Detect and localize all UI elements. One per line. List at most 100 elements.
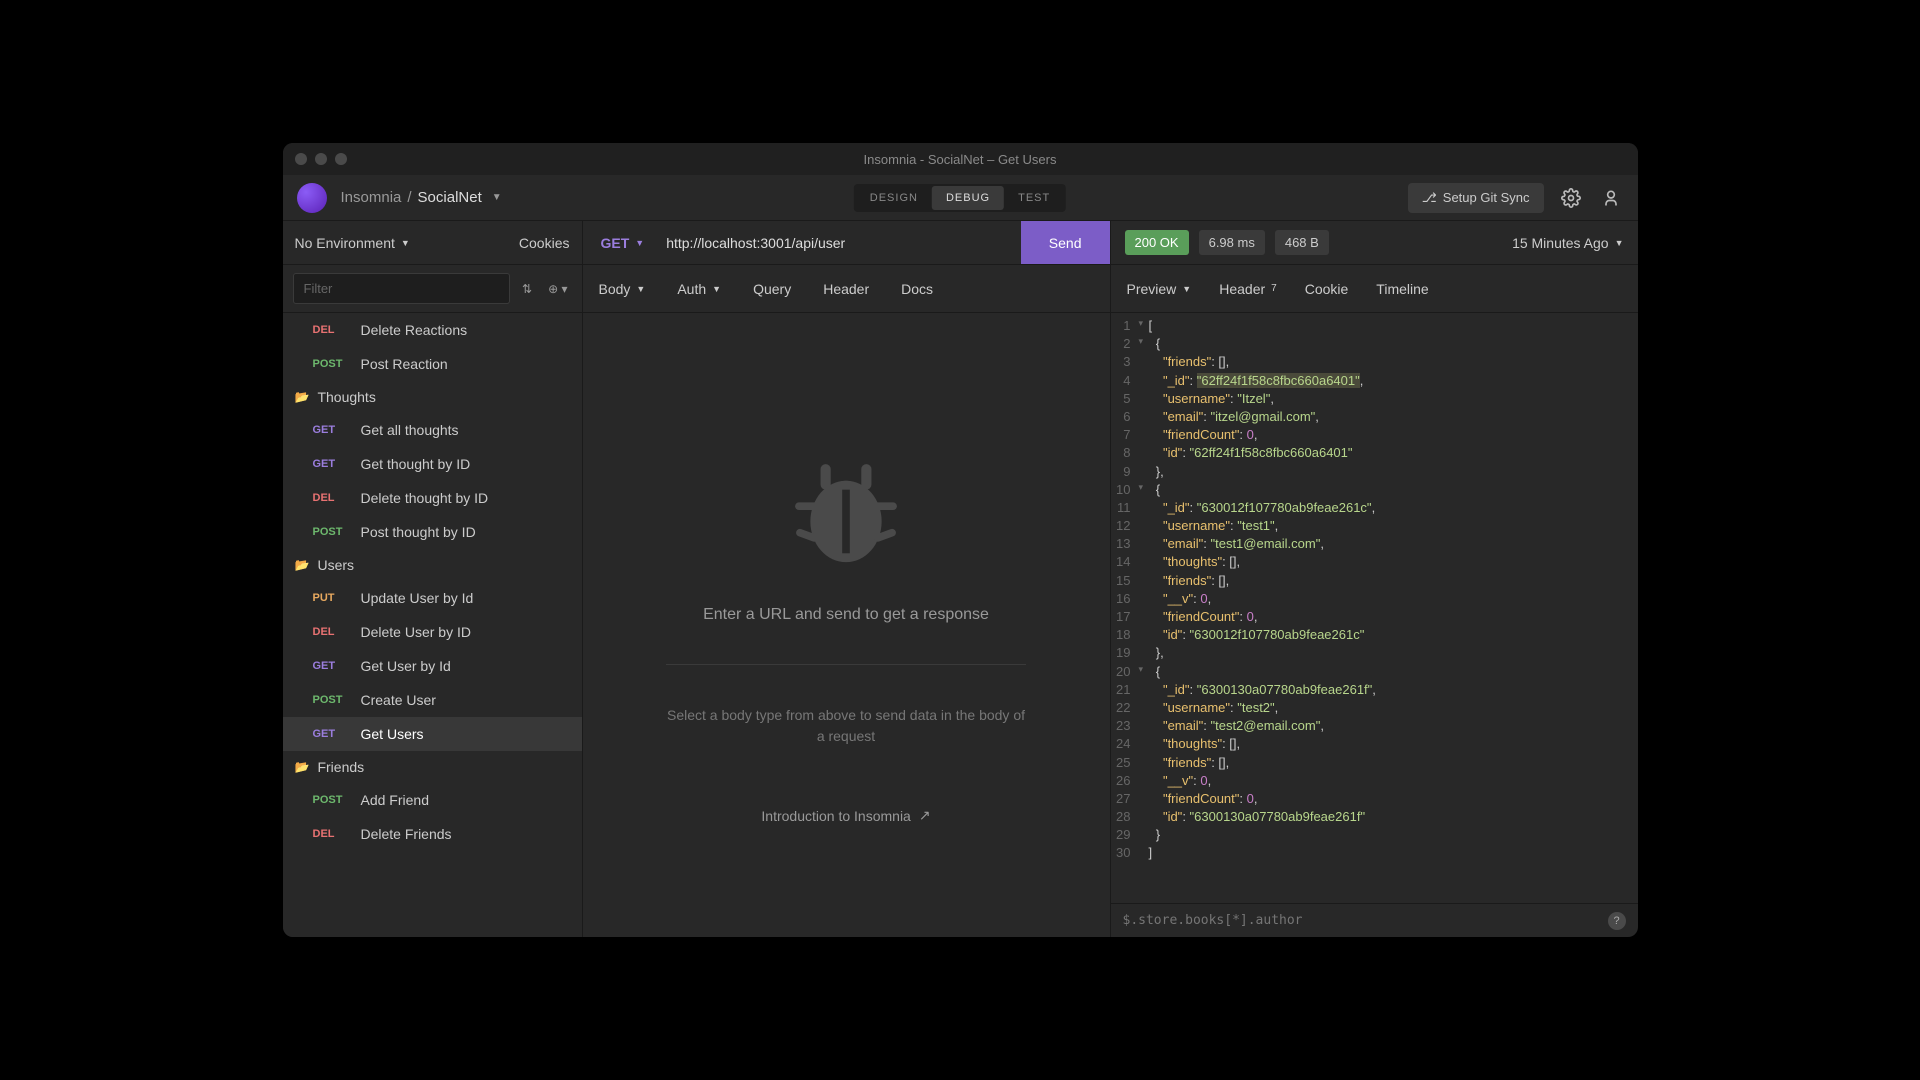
request-body-area: Enter a URL and send to get a response S… (583, 313, 1110, 937)
request-item[interactable]: DELDelete Friends (283, 817, 582, 851)
response-size: 468 B (1275, 230, 1329, 255)
request-item[interactable]: POSTAdd Friend (283, 783, 582, 817)
response-age-select[interactable]: 15 Minutes Ago ▼ (1512, 235, 1623, 251)
cookies-button[interactable]: Cookies (519, 235, 570, 251)
sort-button[interactable]: ⇅ (518, 278, 536, 300)
jsonpath-input[interactable] (1123, 913, 1608, 928)
tab-query[interactable]: Query (753, 281, 791, 297)
request-item[interactable]: POSTPost Reaction (283, 347, 582, 381)
request-item[interactable]: PUTUpdate User by Id (283, 581, 582, 615)
maximize-window-button[interactable] (335, 153, 347, 165)
json-line: 18 "id": "630012f107780ab9feae261c" (1111, 626, 1638, 644)
method-badge: GET (313, 728, 347, 740)
tab-debug[interactable]: DEBUG (932, 186, 1004, 210)
folder-thoughts[interactable]: 📂Thoughts (283, 381, 582, 413)
external-link-icon: ↗ (919, 807, 931, 824)
request-name: Delete User by ID (361, 624, 471, 640)
method-badge: GET (313, 458, 347, 470)
tab-preview[interactable]: Preview▼ (1127, 281, 1192, 297)
request-name: Post thought by ID (361, 524, 476, 540)
folder-label: Users (317, 557, 354, 573)
tab-body[interactable]: Body▼ (599, 281, 646, 297)
request-item[interactable]: DELDelete Reactions (283, 313, 582, 347)
chevron-down-icon: ▼ (401, 238, 410, 248)
breadcrumb[interactable]: Insomnia / SocialNet ▼ (341, 189, 502, 206)
add-request-button[interactable]: ⊕ ▾ (544, 278, 571, 300)
request-item[interactable]: GETGet User by Id (283, 649, 582, 683)
json-line: 22 "username": "test2", (1111, 699, 1638, 717)
request-name: Get all thoughts (361, 422, 459, 438)
response-panel: 200 OK 6.98 ms 468 B 15 Minutes Ago ▼ Pr… (1111, 221, 1638, 937)
tab-docs[interactable]: Docs (901, 281, 933, 297)
json-line: 12 "username": "test1", (1111, 517, 1638, 535)
filter-input[interactable] (293, 273, 511, 304)
chevron-down-icon: ▼ (1615, 238, 1624, 248)
folder-users[interactable]: 📂Users (283, 549, 582, 581)
user-icon (1601, 188, 1621, 208)
request-item[interactable]: GETGet all thoughts (283, 413, 582, 447)
close-window-button[interactable] (295, 153, 307, 165)
titlebar: Insomnia - SocialNet – Get Users (283, 143, 1638, 175)
tab-design[interactable]: DESIGN (856, 186, 932, 210)
content: No Environment ▼ Cookies ⇅ ⊕ ▾ DELDelete… (283, 221, 1638, 937)
json-line: 23 "email": "test2@email.com", (1111, 717, 1638, 735)
tab-auth[interactable]: Auth▼ (677, 281, 721, 297)
settings-button[interactable] (1558, 185, 1584, 211)
tab-timeline[interactable]: Timeline (1376, 281, 1428, 297)
help-icon[interactable]: ? (1608, 912, 1626, 930)
intro-link[interactable]: Introduction to Insomnia ↗ (761, 807, 930, 824)
method-badge: DEL (313, 324, 347, 336)
minimize-window-button[interactable] (315, 153, 327, 165)
send-button[interactable]: Send (1021, 221, 1110, 264)
environment-select[interactable]: No Environment ▼ (295, 235, 519, 251)
request-item[interactable]: GETGet thought by ID (283, 447, 582, 481)
request-name: Update User by Id (361, 590, 474, 606)
json-line: 30] (1111, 844, 1638, 862)
json-viewer[interactable]: 1▾[2▾ {3 "friends": [],4 "_id": "62ff24f… (1111, 313, 1638, 903)
method-select[interactable]: GET ▼ (583, 221, 663, 264)
window-title: Insomnia - SocialNet – Get Users (864, 152, 1057, 167)
git-sync-button[interactable]: ⎇ Setup Git Sync (1408, 183, 1544, 213)
app-header: Insomnia / SocialNet ▼ DESIGN DEBUG TEST… (283, 175, 1638, 221)
request-item[interactable]: POSTPost thought by ID (283, 515, 582, 549)
folder-open-icon: 📂 (295, 760, 310, 774)
filter-bar: ⇅ ⊕ ▾ (283, 265, 582, 313)
request-name: Post Reaction (361, 356, 448, 372)
chevron-down-icon: ▼ (635, 238, 644, 248)
tab-resp-header[interactable]: Header7 (1219, 281, 1276, 297)
json-line: 14 "thoughts": [], (1111, 553, 1638, 571)
folder-open-icon: 📂 (295, 390, 310, 404)
request-item[interactable]: POSTCreate User (283, 683, 582, 717)
json-line: 15 "friends": [], (1111, 572, 1638, 590)
json-line: 19 }, (1111, 644, 1638, 662)
url-input[interactable] (662, 235, 1021, 251)
json-line: 3 "friends": [], (1111, 353, 1638, 371)
url-bar: GET ▼ Send (583, 221, 1110, 265)
request-item[interactable]: DELDelete thought by ID (283, 481, 582, 515)
account-button[interactable] (1598, 185, 1624, 211)
tab-test[interactable]: TEST (1004, 186, 1064, 210)
json-line: 1▾[ (1111, 317, 1638, 335)
json-line: 20▾ { (1111, 663, 1638, 681)
json-line: 4 "_id": "62ff24f1f58c8fbc660a6401", (1111, 372, 1638, 390)
request-item[interactable]: GETGet Users (283, 717, 582, 751)
json-line: 29 } (1111, 826, 1638, 844)
json-line: 6 "email": "itzel@gmail.com", (1111, 408, 1638, 426)
mode-tabs: DESIGN DEBUG TEST (854, 184, 1066, 212)
sidebar: No Environment ▼ Cookies ⇅ ⊕ ▾ DELDelete… (283, 221, 583, 937)
request-name: Add Friend (361, 792, 429, 808)
method-badge: DEL (313, 626, 347, 638)
folder-label: Friends (317, 759, 364, 775)
request-item[interactable]: DEL Delete User by ID (283, 615, 582, 649)
json-line: 10▾ { (1111, 481, 1638, 499)
tab-header[interactable]: Header (823, 281, 869, 297)
git-branch-icon: ⎇ (1422, 190, 1437, 206)
json-line: 24 "thoughts": [], (1111, 735, 1638, 753)
insomnia-logo (297, 183, 327, 213)
tab-cookie[interactable]: Cookie (1305, 281, 1349, 297)
request-tabs: Body▼ Auth▼ Query Header Docs (583, 265, 1110, 313)
request-name: Create User (361, 692, 436, 708)
folder-friends[interactable]: 📂 Friends (283, 751, 582, 783)
header-right: ⎇ Setup Git Sync (1408, 183, 1624, 213)
gear-icon (1561, 188, 1581, 208)
